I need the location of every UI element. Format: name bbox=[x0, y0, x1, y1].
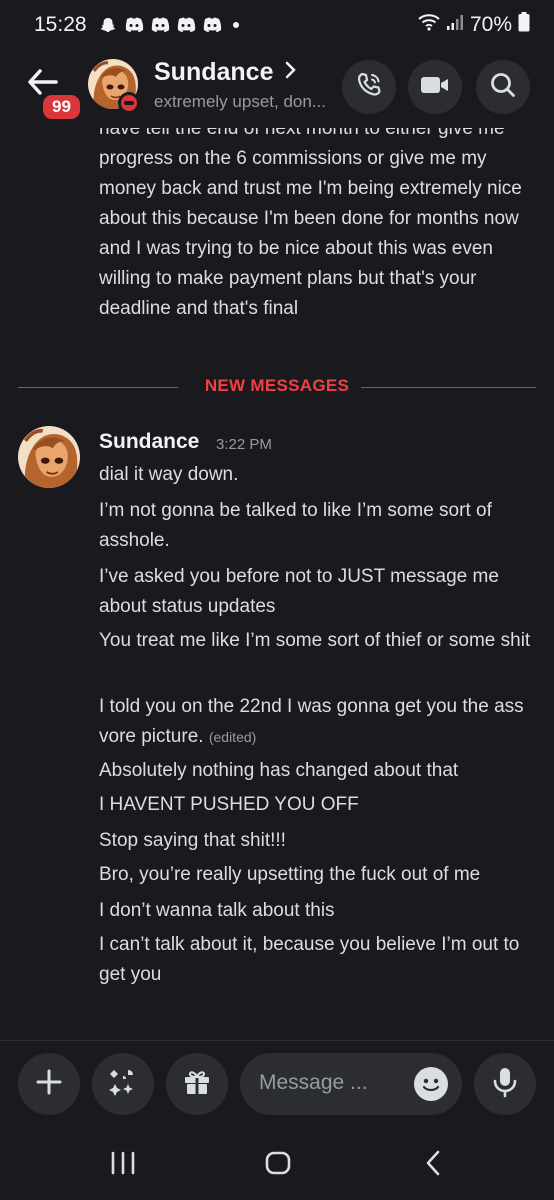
snapchat-icon bbox=[97, 14, 119, 36]
wifi-icon bbox=[418, 13, 440, 37]
discord-icon bbox=[123, 14, 145, 36]
message-line[interactable]: I don’t wanna talk about this bbox=[99, 896, 544, 926]
message-line[interactable]: Absolutely nothing has changed about tha… bbox=[99, 756, 544, 786]
channel-header: 99 Sundance extremely upset, don... bbox=[0, 50, 554, 128]
custom-status[interactable]: extremely upset, don... bbox=[154, 92, 326, 112]
battery-percent: 70% bbox=[469, 13, 512, 36]
signal-icon bbox=[446, 13, 464, 37]
message-line[interactable]: Bro, you’re really upsetting the fuck ou… bbox=[99, 860, 544, 890]
message-line[interactable]: I can’t talk about it, because you belie… bbox=[99, 930, 544, 990]
unread-badge: 99 bbox=[40, 92, 83, 122]
status-bar: 15:28 70% bbox=[0, 0, 554, 50]
message-line[interactable]: dial it way down. bbox=[99, 460, 544, 490]
message-line[interactable]: I HAVENT PUSHED YOU OFF bbox=[99, 790, 544, 820]
message-line[interactable]: I’ve asked you before not to JUST messag… bbox=[99, 562, 544, 622]
call-button[interactable] bbox=[342, 60, 396, 114]
gift-icon bbox=[182, 1067, 212, 1102]
back-icon[interactable] bbox=[422, 1148, 446, 1183]
chevron-right-icon[interactable] bbox=[284, 60, 298, 86]
message-input[interactable]: Message ... bbox=[240, 1053, 462, 1115]
recent-apps-icon[interactable] bbox=[108, 1148, 138, 1183]
emoji-icon[interactable] bbox=[414, 1067, 448, 1101]
edited-tag: (edited) bbox=[208, 729, 257, 745]
discord-icon bbox=[149, 14, 171, 36]
search-button[interactable] bbox=[476, 60, 530, 114]
video-call-button[interactable] bbox=[408, 60, 462, 114]
avatar[interactable] bbox=[18, 426, 80, 488]
apps-icon bbox=[107, 1066, 139, 1103]
message-composer: Message ... bbox=[0, 1040, 554, 1130]
voice-message-button[interactable] bbox=[474, 1053, 536, 1115]
microphone-icon bbox=[490, 1066, 520, 1103]
message-author[interactable]: Sundance bbox=[99, 430, 199, 454]
new-messages-label: NEW MESSAGES bbox=[192, 376, 362, 395]
message-placeholder: Message ... bbox=[259, 1071, 368, 1094]
message-timestamp: 3:22 PM bbox=[216, 436, 272, 453]
battery-icon bbox=[518, 12, 530, 38]
gift-button[interactable] bbox=[166, 1053, 228, 1115]
new-messages-divider: NEW MESSAGES bbox=[18, 376, 536, 400]
channel-name[interactable]: Sundance bbox=[154, 58, 273, 87]
discord-icon bbox=[201, 14, 223, 36]
message-line[interactable]: You treat me like I’m some sort of thief… bbox=[99, 626, 544, 656]
message-line[interactable]: Stop saying that shit!!! bbox=[99, 826, 544, 856]
notification-dot-icon bbox=[232, 22, 239, 28]
previous-message: have tell the end of next month to eithe… bbox=[99, 128, 522, 319]
message-line[interactable]: I told you on the 22nd I was gonna get y… bbox=[99, 692, 544, 752]
message-line[interactable]: I’m not gonna be talked to like I’m some… bbox=[99, 496, 544, 556]
search-icon bbox=[489, 71, 517, 104]
call-icon bbox=[355, 71, 383, 104]
add-attachment-button[interactable] bbox=[18, 1053, 80, 1115]
apps-button[interactable] bbox=[92, 1053, 154, 1115]
discord-icon bbox=[175, 14, 197, 36]
video-icon bbox=[420, 74, 450, 101]
clock: 15:28 bbox=[34, 13, 87, 36]
message-list[interactable]: have tell the end of next month to eithe… bbox=[0, 128, 554, 1038]
plus-icon bbox=[34, 1067, 64, 1102]
home-icon[interactable] bbox=[264, 1148, 292, 1183]
system-nav-bar bbox=[0, 1130, 554, 1200]
